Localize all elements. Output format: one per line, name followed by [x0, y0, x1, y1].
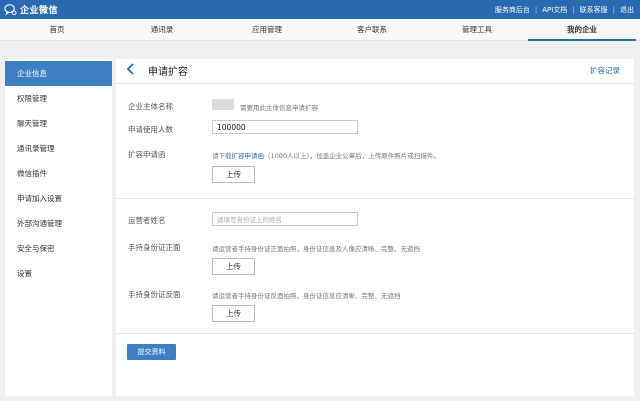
brand[interactable]: 企业微信 [4, 2, 58, 17]
sidebar-item-enterprise-info[interactable]: 企业信息 [5, 61, 112, 86]
letter-label: 扩容申请函 [128, 150, 166, 159]
enterprise-logo [212, 99, 234, 110]
nav-contacts[interactable]: 通讯录 [108, 19, 216, 41]
page-title: 申请扩容 [148, 67, 188, 78]
operator-name-input[interactable] [212, 212, 358, 226]
main-nav: 首页 通讯录 应用管理 客户联系 管理工具 我的企业 [0, 19, 640, 41]
top-bar: 企业微信 服务商后台 | API文档 | 联系客服 | 退出 [0, 0, 640, 19]
sidebar-item-security[interactable]: 安全与保密 [5, 236, 112, 261]
sidebar-item-contacts[interactable]: 通讯录管理 [5, 136, 112, 161]
nav-customer-contact[interactable]: 客户联系 [318, 19, 426, 41]
submit-button[interactable]: 提交资料 [127, 344, 176, 360]
count-label: 申请使用人数 [128, 125, 173, 134]
upload-id-back-button[interactable]: 上传 [212, 305, 255, 322]
main-panel: 申请扩容 扩容记录 企业主体名称 需要用此主体信息申请扩容 申请使用人数 扩容申… [116, 59, 634, 396]
logout-link[interactable]: 退出 [620, 5, 634, 15]
operator-label: 运营者姓名 [128, 216, 166, 225]
top-links: 服务商后台 | API文档 | 联系客服 | 退出 [495, 0, 634, 19]
nav-apps[interactable]: 应用管理 [213, 19, 321, 41]
contact-support-link[interactable]: 联系客服 [580, 5, 608, 15]
entity-label: 企业主体名称 [128, 102, 173, 111]
upload-letter-button[interactable]: 上传 [212, 166, 255, 183]
divider [116, 333, 634, 334]
sidebar-item-wechat-plugin[interactable]: 微信插件 [5, 161, 112, 186]
letter-hint: 请下载扩容申请函（1000人以上），加盖企业公章后，上传原件照片或扫描件。 [212, 150, 440, 160]
divider [116, 198, 634, 199]
nav-my-enterprise[interactable]: 我的企业 [528, 19, 636, 41]
divider: | [572, 5, 575, 14]
divider: | [612, 5, 615, 14]
brand-name: 企业微信 [20, 6, 59, 16]
nav-home[interactable]: 首页 [3, 19, 111, 41]
sidebar-item-chat[interactable]: 聊天管理 [5, 111, 112, 136]
entity-hint: 需要用此主体信息申请扩容 [240, 104, 318, 112]
wecom-logo-icon [4, 4, 17, 16]
expansion-history-link[interactable]: 扩容记录 [590, 65, 620, 76]
upload-id-front-button[interactable]: 上传 [212, 258, 255, 275]
id-back-label: 手持身份证反面 [128, 290, 181, 299]
id-back-hint: 请运营者手持身份证反面拍照，身份证信息应清晰、完整、无遮挡 [212, 292, 401, 300]
user-count-input[interactable] [212, 120, 358, 134]
id-front-label: 手持身份证正面 [128, 243, 181, 252]
divider [116, 83, 634, 84]
letter-hint-prefix: 请下载 [212, 152, 232, 160]
sidebar-item-external[interactable]: 外部沟通管理 [5, 211, 112, 236]
letter-hint-suffix: （1000人以上），加盖企业公章后，上传原件照片或扫描件。 [264, 152, 440, 160]
nav-tools[interactable]: 管理工具 [423, 19, 531, 41]
sidebar-item-join-settings[interactable]: 申请加入设置 [5, 186, 112, 211]
back-icon[interactable] [124, 62, 138, 76]
sidebar-item-settings[interactable]: 设置 [5, 261, 112, 286]
divider: | [534, 5, 538, 14]
download-letter-link[interactable]: 扩容申请函 [232, 152, 265, 160]
sidebar: 企业信息 权限管理 聊天管理 通讯录管理 微信插件 申请加入设置 外部沟通管理 … [5, 59, 112, 396]
api-docs-link[interactable]: API文档 [542, 5, 567, 15]
sidebar-item-permissions[interactable]: 权限管理 [5, 86, 112, 111]
id-front-hint: 请运营者手持身份证正面拍照，身份证信息及人像应清晰、完整、无遮挡 [212, 245, 420, 253]
provider-console-link[interactable]: 服务商后台 [495, 5, 530, 15]
